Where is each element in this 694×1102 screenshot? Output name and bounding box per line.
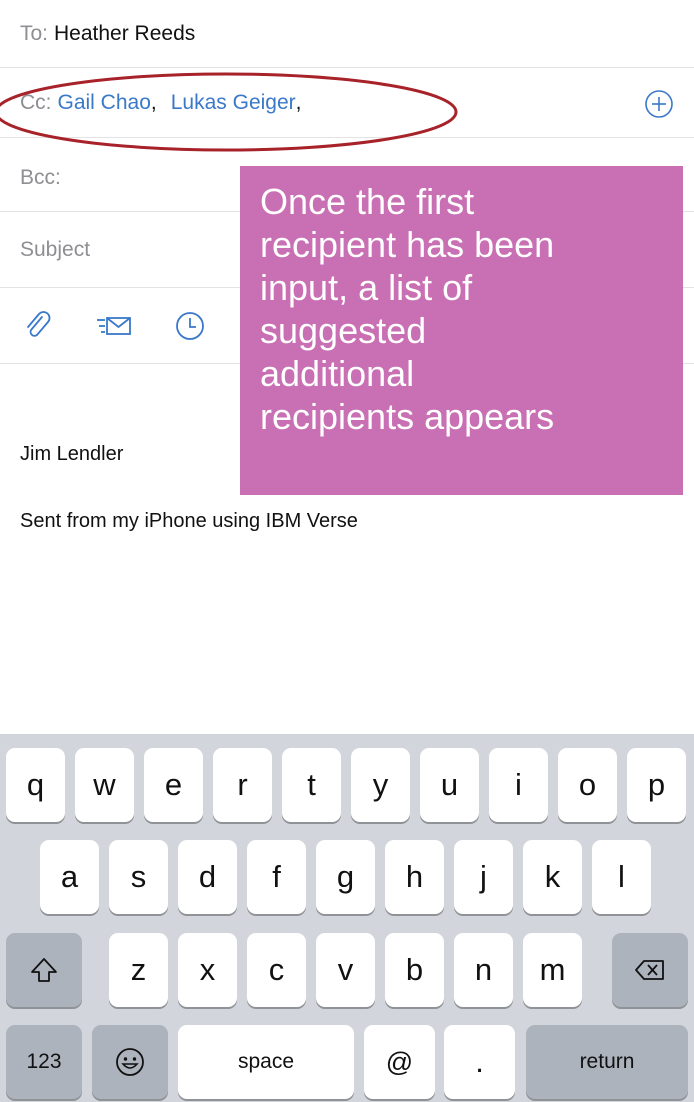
key-j[interactable]: j	[454, 840, 513, 914]
cc-label: Cc:	[20, 90, 52, 114]
shift-key[interactable]	[6, 933, 82, 1007]
at-key[interactable]: @	[364, 1025, 435, 1099]
key-q[interactable]: q	[6, 748, 65, 822]
key-b[interactable]: b	[385, 933, 444, 1007]
numbers-key[interactable]: 123	[6, 1025, 82, 1099]
subject-placeholder: Subject	[20, 237, 91, 261]
key-y[interactable]: y	[351, 748, 410, 822]
key-p[interactable]: p	[627, 748, 686, 822]
backspace-key[interactable]	[612, 933, 688, 1007]
key-r[interactable]: r	[213, 748, 272, 822]
period-key[interactable]: .	[444, 1025, 515, 1099]
key-a[interactable]: a	[40, 840, 99, 914]
key-h[interactable]: h	[385, 840, 444, 914]
on-screen-keyboard: q w e r t y u i o p a s d f g h j k l z …	[0, 734, 694, 1102]
key-e[interactable]: e	[144, 748, 203, 822]
clock-icon[interactable]	[172, 308, 208, 344]
key-l[interactable]: l	[592, 840, 651, 914]
bcc-label: Bcc:	[20, 166, 61, 189]
key-m[interactable]: m	[523, 933, 582, 1007]
key-t[interactable]: t	[282, 748, 341, 822]
key-x[interactable]: x	[178, 933, 237, 1007]
paperclip-icon[interactable]	[20, 308, 56, 344]
callout-line: suggested	[260, 310, 427, 351]
signature-name: Jim Lendler	[20, 443, 124, 465]
key-z[interactable]: z	[109, 933, 168, 1007]
cc-separator: ,	[150, 90, 157, 114]
callout-line: input, a list of	[260, 267, 473, 308]
key-w[interactable]: w	[75, 748, 134, 822]
cc-separator: ,	[295, 90, 302, 114]
key-f[interactable]: f	[247, 840, 306, 914]
key-v[interactable]: v	[316, 933, 375, 1007]
emoji-icon	[116, 1048, 144, 1076]
key-u[interactable]: u	[420, 748, 479, 822]
cc-field[interactable]: Cc: Gail Chao , Lukas Geiger ,	[0, 68, 694, 138]
backspace-icon	[635, 960, 664, 980]
shift-icon	[31, 958, 57, 982]
key-c[interactable]: c	[247, 933, 306, 1007]
space-key[interactable]: space	[178, 1025, 354, 1099]
return-key[interactable]: return	[526, 1025, 688, 1099]
cc-recipient-chip[interactable]: Gail Chao	[58, 91, 151, 115]
key-n[interactable]: n	[454, 933, 513, 1007]
callout-line: additional	[260, 353, 415, 394]
key-s[interactable]: s	[109, 840, 168, 914]
email-signature: Sent from my iPhone using IBM Verse	[20, 510, 358, 532]
to-label: To:	[20, 21, 49, 45]
to-recipient[interactable]: Heather Reeds	[54, 22, 195, 46]
key-g[interactable]: g	[316, 840, 375, 914]
annotation-callout: Once the first recipient has been input,…	[240, 166, 683, 495]
callout-line: Once the first	[260, 181, 475, 222]
cc-recipient-chip[interactable]: Lukas Geiger	[171, 91, 296, 115]
to-field[interactable]: To: Heather Reeds	[0, 0, 694, 68]
key-o[interactable]: o	[558, 748, 617, 822]
key-d[interactable]: d	[178, 840, 237, 914]
template-mail-icon[interactable]	[96, 308, 132, 344]
callout-line: recipient has been	[260, 224, 555, 265]
plus-circle-icon[interactable]	[644, 89, 674, 119]
key-i[interactable]: i	[489, 748, 548, 822]
emoji-key[interactable]	[92, 1025, 168, 1099]
callout-line: recipients appears	[260, 396, 555, 437]
key-k[interactable]: k	[523, 840, 582, 914]
